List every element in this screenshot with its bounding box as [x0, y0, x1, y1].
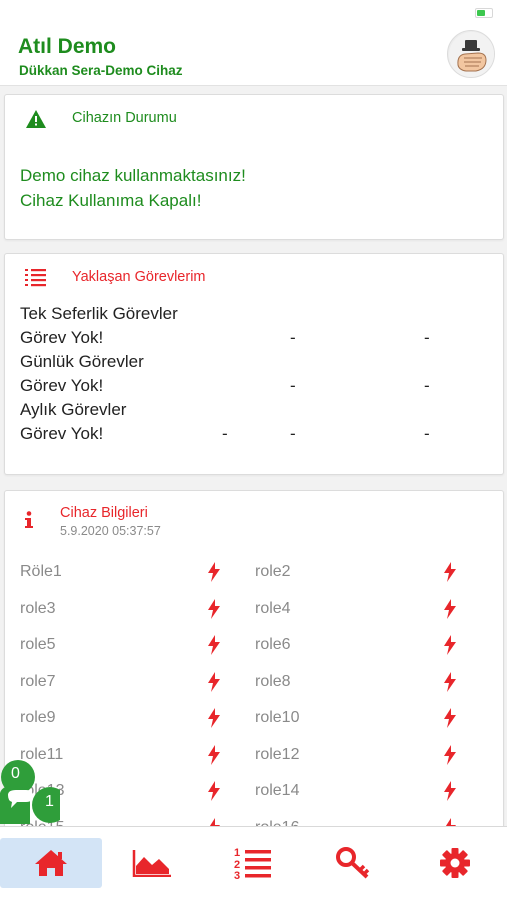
task-row: Görev Yok! - -: [20, 328, 500, 352]
task-group-daily: Günlük Görevler: [20, 352, 500, 376]
relay-label: role2: [255, 563, 291, 580]
relay-toggle-bolt-icon[interactable]: [443, 635, 457, 655]
relay-label: Röle1: [20, 563, 62, 580]
tab-home[interactable]: [0, 838, 102, 888]
page-title: Atıl Demo: [18, 35, 117, 58]
relay-toggle-bolt-icon[interactable]: [443, 671, 457, 692]
bottom-tab-bar: 123: [0, 826, 507, 900]
relay-toggle-bolt-icon[interactable]: [443, 708, 457, 728]
warning-icon: [26, 110, 46, 128]
relay-label: role12: [255, 745, 300, 763]
relay-toggle-bolt-icon[interactable]: [443, 598, 457, 619]
task-row: Görev Yok! - -: [20, 376, 500, 400]
task-group-monthly: Aylık Görevler: [20, 400, 500, 424]
relay-label: role3: [20, 599, 56, 617]
area-chart-icon: [132, 850, 171, 877]
relay-toggle-bolt-icon[interactable]: [443, 562, 457, 582]
upcoming-tasks-card: Yaklaşan Görevlerim Tek Seferlik Görevle…: [4, 253, 504, 475]
upcoming-tasks-title: Yaklaşan Görevlerim: [72, 269, 206, 285]
task-empty-label: Görev Yok!: [20, 328, 104, 347]
svg-text:3: 3: [234, 870, 240, 880]
battery-icon: [475, 8, 493, 18]
relay-toggle-bolt-icon[interactable]: [443, 744, 457, 765]
relay-toggle-bolt-icon[interactable]: [207, 671, 221, 692]
app-header: Atıl Demo Dükkan Sera-Demo Cihaz: [0, 28, 507, 86]
tab-keys[interactable]: [303, 838, 405, 888]
task-time-placeholder: -: [290, 328, 296, 347]
relay-label: role10: [255, 709, 300, 726]
task-action-placeholder: -: [424, 376, 430, 395]
device-status-title: Cihazın Durumu: [72, 110, 177, 126]
tab-settings[interactable]: [404, 838, 506, 888]
device-info-title: Cihaz Bilgileri: [60, 505, 148, 521]
key-icon: [336, 847, 370, 879]
task-group-label: Tek Seferlik Görevler: [20, 304, 178, 323]
tab-charts[interactable]: [101, 838, 203, 888]
device-status-card: Cihazın Durumu Demo cihaz kullanmaktasın…: [4, 94, 504, 240]
task-empty-label: Görev Yok!: [20, 424, 104, 443]
task-action-placeholder: -: [424, 328, 430, 347]
status-bar: [0, 0, 507, 28]
relay-label: role14: [255, 782, 300, 799]
task-day-placeholder: -: [222, 424, 228, 443]
last-update-timestamp: 5.9.2020 05:37:57: [60, 524, 161, 538]
avatar[interactable]: [447, 30, 495, 78]
avatar-hand-icon: [449, 32, 494, 77]
info-icon: [25, 511, 33, 528]
chat-widget[interactable]: 0 1: [0, 760, 68, 830]
task-group-label: Günlük Görevler: [20, 352, 144, 371]
relay-label: role4: [255, 599, 291, 617]
demo-notice: Demo cihaz kullanmaktasınız!: [20, 166, 246, 185]
task-empty-label: Görev Yok!: [20, 376, 104, 395]
task-action-placeholder: -: [424, 424, 430, 443]
task-time-placeholder: -: [290, 424, 296, 443]
ordered-list-icon: 123: [234, 847, 271, 880]
relay-label: role7: [20, 672, 56, 690]
task-group-label: Aylık Görevler: [20, 400, 127, 419]
device-subtitle: Dükkan Sera-Demo Cihaz: [19, 63, 183, 78]
device-info-card: Cihaz Bilgileri 5.9.2020 05:37:57 Röle1 r…: [4, 490, 504, 830]
relay-label: role8: [255, 672, 291, 690]
relay-label: role5: [20, 636, 56, 653]
relay-label: role6: [255, 636, 291, 653]
relay-toggle-bolt-icon[interactable]: [207, 562, 221, 582]
relay-toggle-bolt-icon[interactable]: [207, 744, 221, 765]
tab-tasks[interactable]: 123: [202, 838, 304, 888]
task-time-placeholder: -: [290, 376, 296, 395]
ordered-list-icon: [25, 269, 46, 287]
chat-message-badge: 1: [45, 793, 54, 810]
relay-label: role9: [20, 709, 56, 726]
task-group-one-time: Tek Seferlik Görevler: [20, 304, 500, 328]
relay-toggle-bolt-icon[interactable]: [443, 781, 457, 801]
relay-toggle-bolt-icon[interactable]: [207, 598, 221, 619]
relay-toggle-bolt-icon[interactable]: [207, 781, 221, 801]
svg-text:1: 1: [234, 847, 240, 859]
chat-unread-badge: 0: [11, 765, 20, 782]
home-icon: [35, 850, 67, 876]
relay-toggle-bolt-icon[interactable]: [207, 635, 221, 655]
gear-icon: [440, 848, 470, 878]
task-row: Görev Yok! - - -: [20, 424, 500, 448]
relay-toggle-bolt-icon[interactable]: [207, 708, 221, 728]
device-disabled-notice: Cihaz Kullanıma Kapalı!: [20, 191, 202, 210]
